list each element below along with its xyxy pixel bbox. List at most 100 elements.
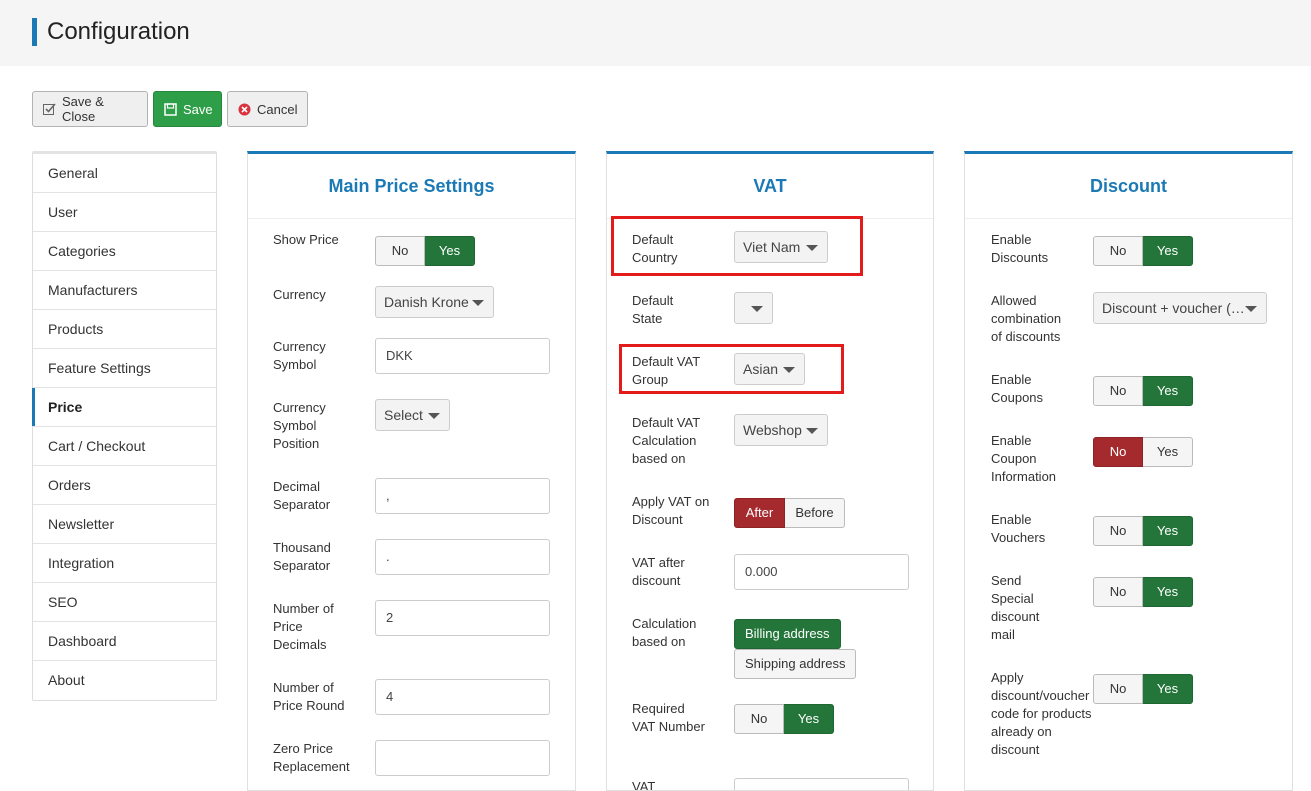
- zero-price-input[interactable]: [375, 740, 550, 776]
- enable-coupon-info-no[interactable]: No: [1093, 437, 1143, 467]
- apply-vat-discount-label: Apply VAT on Discount: [632, 494, 710, 527]
- billing-address-button[interactable]: Billing address: [734, 619, 841, 649]
- save-icon: [164, 102, 177, 116]
- save-close-label: Save & Close: [62, 94, 104, 124]
- price-decimals-label: Number of Price Decimals: [273, 601, 334, 652]
- save-button[interactable]: Save: [153, 91, 222, 127]
- chevron-down-icon: [472, 300, 484, 306]
- currency-select[interactable]: Danish Krone: [375, 286, 494, 318]
- price-round-label: Number of Price Round: [273, 680, 345, 713]
- required-vat-no[interactable]: No: [734, 704, 784, 734]
- decimal-separator-label: Decimal Separator: [273, 479, 331, 512]
- enable-discounts-yes[interactable]: Yes: [1143, 236, 1193, 266]
- sidebar-item-feature-settings[interactable]: Feature Settings: [33, 349, 216, 388]
- apply-vat-after[interactable]: After: [734, 498, 785, 528]
- sidebar-item-dashboard[interactable]: Dashboard: [33, 622, 216, 661]
- chevron-down-icon: [806, 428, 818, 434]
- sidebar-item-general[interactable]: General: [33, 154, 216, 193]
- enable-coupons-label: Enable Coupons: [991, 372, 1044, 405]
- zero-price-label: Zero Price Replacement: [273, 741, 350, 774]
- show-price-label: Show Price: [273, 232, 339, 247]
- vat-after-discount-input[interactable]: 0.000: [734, 554, 909, 590]
- sidebar-item-price[interactable]: Price: [32, 388, 216, 427]
- apply-vat-before[interactable]: Before: [785, 498, 845, 528]
- enable-coupon-info-toggle[interactable]: No Yes: [1093, 437, 1193, 467]
- required-vat-number-label: Required VAT Number: [632, 701, 705, 734]
- price-round-input[interactable]: 4: [375, 679, 550, 715]
- decimal-separator-input[interactable]: ,: [375, 478, 550, 514]
- vat-calc-based-value: Webshop: [743, 422, 802, 438]
- main-price-title: Main Price Settings: [248, 154, 575, 219]
- default-state-select[interactable]: [734, 292, 773, 324]
- vat-calc-based-select[interactable]: Webshop: [734, 414, 828, 446]
- currency-symbol-input[interactable]: DKK: [375, 338, 550, 374]
- show-price-yes[interactable]: Yes: [425, 236, 475, 266]
- apply-code-no[interactable]: No: [1093, 674, 1143, 704]
- save-close-button[interactable]: Save & Close: [32, 91, 148, 127]
- shipping-address-button[interactable]: Shipping address: [734, 649, 857, 679]
- apply-code-toggle[interactable]: No Yes: [1093, 674, 1193, 704]
- sidebar-item-categories[interactable]: Categories: [33, 232, 216, 271]
- enable-discounts-label: Enable Discounts: [991, 232, 1049, 265]
- vat-panel: VAT Default Country Viet Nam Default Sta…: [606, 151, 934, 791]
- enable-coupon-info-yes[interactable]: Yes: [1143, 437, 1193, 467]
- price-decimals-input[interactable]: 2: [375, 600, 550, 636]
- apply-vat-discount-toggle[interactable]: After Before: [734, 498, 845, 528]
- sidebar-item-newsletter[interactable]: Newsletter: [33, 505, 216, 544]
- cancel-label: Cancel: [257, 101, 298, 117]
- special-discount-mail-no[interactable]: No: [1093, 577, 1143, 607]
- sidebar-item-products[interactable]: Products: [33, 310, 216, 349]
- apply-code-label: Apply discount/voucher code for products…: [991, 670, 1092, 757]
- main-price-panel: Main Price Settings Show Price No Yes Cu…: [247, 151, 576, 791]
- sidebar-item-cart-checkout[interactable]: Cart / Checkout: [33, 427, 216, 466]
- enable-vouchers-toggle[interactable]: No Yes: [1093, 516, 1193, 546]
- allowed-combination-select[interactable]: Discount + voucher (…: [1093, 292, 1267, 324]
- vat-title: VAT: [607, 154, 933, 219]
- calculation-based-label: Calculation based on: [632, 616, 697, 649]
- show-price-no[interactable]: No: [375, 236, 425, 266]
- required-vat-yes[interactable]: Yes: [784, 704, 834, 734]
- currency-symbol-position-select[interactable]: Select: [375, 399, 450, 431]
- highlight-box: [619, 344, 844, 394]
- chevron-down-icon: [1245, 306, 1257, 312]
- special-discount-mail-label: Send Special discount mail: [991, 573, 1040, 642]
- cancel-button[interactable]: Cancel: [227, 91, 308, 127]
- enable-coupons-no[interactable]: No: [1093, 376, 1143, 406]
- allowed-combination-value: Discount + voucher (…: [1102, 300, 1245, 316]
- config-sidebar: General User Categories Manufacturers Pr…: [32, 151, 217, 701]
- highlight-box: [611, 216, 863, 276]
- sidebar-item-manufacturers[interactable]: Manufacturers: [33, 271, 216, 310]
- enable-vouchers-no[interactable]: No: [1093, 516, 1143, 546]
- enable-vouchers-label: Enable Vouchers: [991, 512, 1046, 545]
- sidebar-item-user[interactable]: User: [33, 193, 216, 232]
- required-vat-number-toggle[interactable]: No Yes: [734, 704, 834, 734]
- enable-coupons-toggle[interactable]: No Yes: [1093, 376, 1193, 406]
- enable-discounts-toggle[interactable]: No Yes: [1093, 236, 1193, 266]
- sidebar-item-about[interactable]: About: [33, 661, 216, 700]
- sidebar-item-orders[interactable]: Orders: [33, 466, 216, 505]
- special-discount-mail-yes[interactable]: Yes: [1143, 577, 1193, 607]
- currency-symbol-position-label: Currency Symbol Position: [273, 400, 326, 451]
- cancel-icon: [238, 103, 251, 116]
- currency-value: Danish Krone: [384, 294, 469, 310]
- chevron-down-icon: [751, 306, 763, 312]
- apply-code-yes[interactable]: Yes: [1143, 674, 1193, 704]
- allowed-combination-label: Allowed combination of discounts: [991, 293, 1062, 344]
- vat-calc-based-label: Default VAT Calculation based on: [632, 415, 700, 466]
- page-header: Configuration: [0, 0, 1311, 66]
- thousand-separator-label: Thousand Separator: [273, 540, 331, 573]
- discount-panel: Discount Enable Discounts No Yes Allowed…: [964, 151, 1293, 791]
- enable-discounts-no[interactable]: No: [1093, 236, 1143, 266]
- enable-vouchers-yes[interactable]: Yes: [1143, 516, 1193, 546]
- currency-symbol-position-value: Select: [384, 407, 423, 423]
- thousand-separator-input[interactable]: .: [375, 539, 550, 575]
- default-state-label: Default State: [632, 293, 674, 326]
- title-accent-bar: [32, 18, 37, 46]
- show-price-toggle[interactable]: No Yes: [375, 236, 475, 266]
- sidebar-item-integration[interactable]: Integration: [33, 544, 216, 583]
- enable-coupons-yes[interactable]: Yes: [1143, 376, 1193, 406]
- vat-after-discount-label: VAT after discount: [632, 555, 685, 588]
- special-discount-mail-toggle[interactable]: No Yes: [1093, 577, 1193, 607]
- discount-title: Discount: [965, 154, 1292, 219]
- sidebar-item-seo[interactable]: SEO: [33, 583, 216, 622]
